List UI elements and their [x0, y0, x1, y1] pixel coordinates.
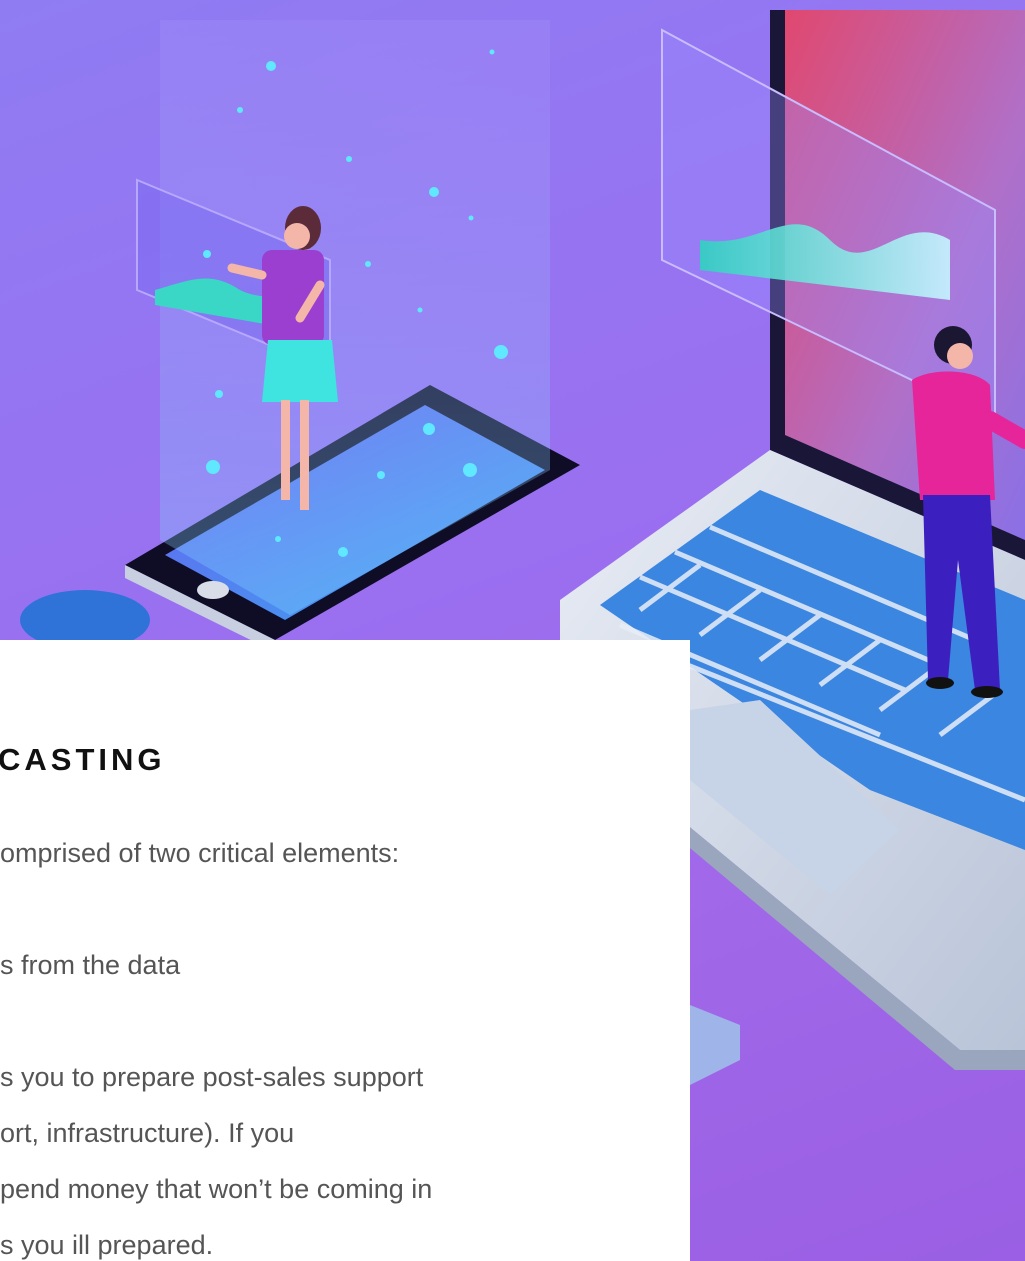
paragraph-line: s from the data — [0, 950, 181, 980]
paragraph-line: ort, infrastructure). If you — [0, 1118, 295, 1148]
section-heading: CASTING — [0, 742, 166, 777]
paragraph-line: pend money that won’t be coming in — [0, 1174, 433, 1204]
paragraph-line: omprised of two critical elements: — [0, 838, 400, 868]
paragraph-line: s you ill prepared. — [0, 1230, 214, 1260]
decorative-block — [690, 1005, 740, 1085]
paragraph-line: s you to prepare post-sales support — [0, 1062, 424, 1092]
